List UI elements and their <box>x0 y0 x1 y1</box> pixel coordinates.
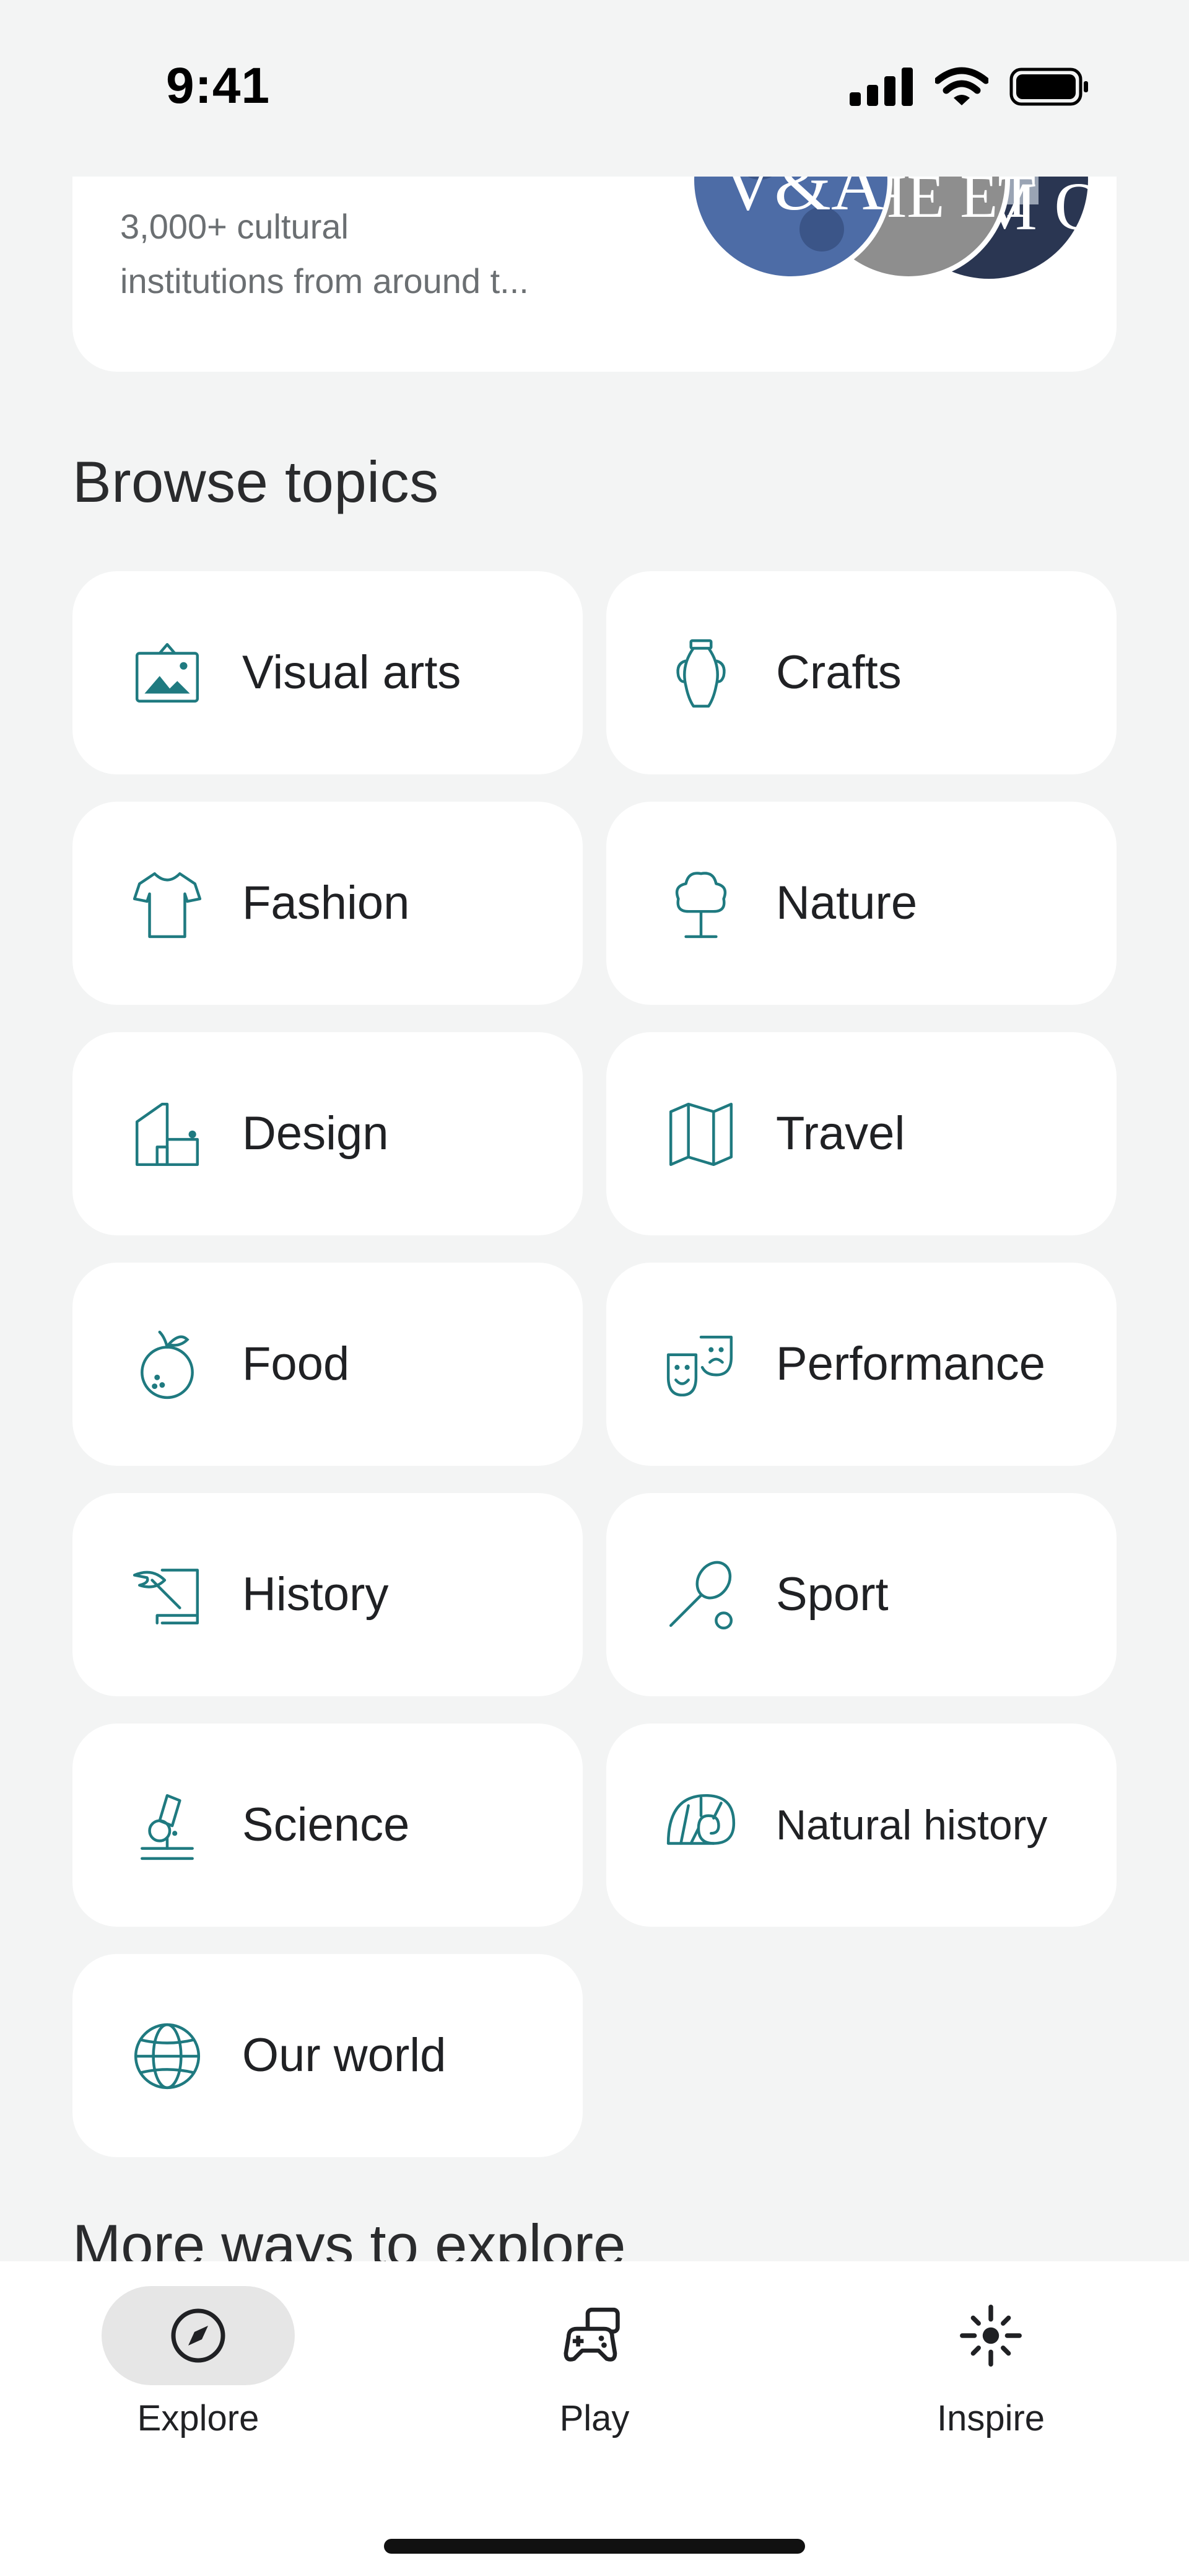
topic-label: Fashion <box>242 877 410 929</box>
topic-label: Food <box>242 1338 350 1390</box>
topic-label: Performance <box>776 1338 1046 1390</box>
topic-fashion[interactable]: Fashion <box>72 802 583 1005</box>
fruit-icon <box>141 1330 194 1400</box>
topic-travel[interactable]: Travel <box>606 1032 1117 1235</box>
topic-label: Sport <box>776 1568 889 1621</box>
institutions-description-line2: institutions from around t... <box>120 261 529 300</box>
topic-label: Crafts <box>776 646 902 699</box>
status-icons <box>850 67 1090 107</box>
topic-history[interactable]: History <box>72 1493 583 1696</box>
topic-label: Visual arts <box>242 646 461 699</box>
institutions-card[interactable]: 3,000+ cultural institutions from around… <box>72 142 1117 372</box>
game-controller-icon <box>564 2307 620 2362</box>
browse-topics-title: Browse topics <box>72 449 439 514</box>
sparkle-icon <box>960 2305 1022 2367</box>
globe-icon <box>134 2023 201 2090</box>
home-indicator[interactable] <box>384 2539 805 2554</box>
map-icon <box>669 1102 733 1167</box>
tree-icon <box>675 872 727 939</box>
cellular-signal-icon <box>850 68 913 106</box>
nav-play[interactable]: Play <box>495 2286 694 2447</box>
topic-label: Nature <box>776 877 918 929</box>
vase-icon <box>676 639 726 708</box>
topic-nature[interactable]: Nature <box>606 802 1117 1005</box>
microscope-icon <box>141 1794 194 1860</box>
battery-icon <box>1009 68 1088 106</box>
topic-design[interactable]: Design <box>72 1032 583 1235</box>
topic-label: Our world <box>242 2029 446 2082</box>
theater-masks-icon <box>666 1336 733 1397</box>
topic-food[interactable]: Food <box>72 1263 583 1466</box>
status-bar: 9:41 <box>0 0 1189 177</box>
nav-explore-label: Explore <box>137 2398 259 2438</box>
nav-play-label: Play <box>559 2398 630 2438</box>
topic-label: Natural history <box>776 1802 1048 1849</box>
building-icon <box>135 1102 199 1167</box>
topic-our-world[interactable]: Our world <box>72 1954 583 2157</box>
nav-inspire-label: Inspire <box>936 2398 1045 2438</box>
bottom-navigation: Explore Play Inspire <box>0 2261 1189 2576</box>
nav-inspire-pill <box>894 2286 1087 2385</box>
topic-performance[interactable]: Performance <box>606 1263 1117 1466</box>
status-time: 9:41 <box>166 58 271 114</box>
scroll-quill-icon <box>133 1569 199 1624</box>
institutions-description: 3,000+ cultural institutions from around… <box>120 199 591 309</box>
nav-inspire[interactable]: Inspire <box>892 2286 1090 2447</box>
nav-play-pill <box>498 2286 691 2385</box>
topic-label: History <box>242 1568 389 1621</box>
institutions-description-line1: 3,000+ cultural <box>120 207 349 246</box>
wifi-icon <box>935 67 988 105</box>
picture-frame-icon <box>135 642 199 703</box>
topic-label: Travel <box>776 1107 905 1160</box>
topic-sport[interactable]: Sport <box>606 1493 1117 1696</box>
racket-icon <box>669 1561 733 1630</box>
topic-label: Design <box>242 1107 389 1160</box>
tshirt-icon <box>133 872 202 939</box>
nautilus-shell-icon <box>666 1794 736 1845</box>
topic-label: Science <box>242 1798 410 1851</box>
topic-science[interactable]: Science <box>72 1724 583 1927</box>
topic-natural-history[interactable]: Natural history <box>606 1724 1117 1927</box>
topic-visual-arts[interactable]: Visual arts <box>72 571 583 774</box>
topic-crafts[interactable]: Crafts <box>606 571 1117 774</box>
nav-explore-pill <box>102 2286 295 2385</box>
nav-explore[interactable]: Explore <box>99 2286 297 2447</box>
compass-icon <box>171 2308 225 2363</box>
